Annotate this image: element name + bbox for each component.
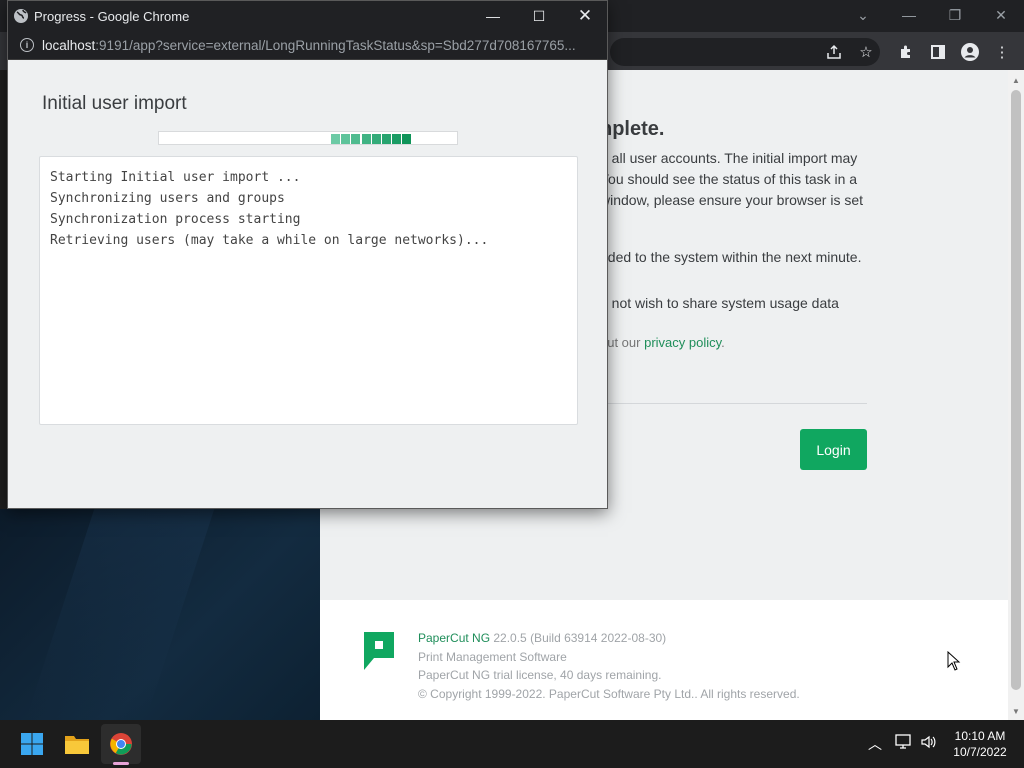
progress-segment (361, 134, 371, 144)
site-info-icon[interactable]: i (20, 38, 34, 52)
chevron-down-icon[interactable]: ⌄ (840, 0, 886, 30)
maximize-icon[interactable]: ☐ (516, 1, 562, 31)
papercut-logo-icon (364, 632, 394, 670)
chrome-icon[interactable] (101, 724, 141, 764)
footer-copyright: © Copyright 1999-2022. PaperCut Software… (418, 687, 800, 701)
clock[interactable]: 10:10 AM 10/7/2022 (940, 728, 1020, 760)
scrollbar-thumb[interactable] (1011, 90, 1021, 690)
log-output: Starting Initial user import ... Synchro… (39, 156, 578, 425)
progress-bar (158, 131, 458, 145)
log-line: Synchronization process starting (50, 212, 301, 227)
minimize-icon[interactable]: — (470, 1, 516, 31)
url-host: localhost (42, 38, 96, 53)
extensions-icon[interactable] (894, 40, 918, 64)
footer-product: PaperCut NG (418, 631, 491, 645)
progress-segment (331, 134, 340, 144)
page-footer: PaperCut NG 22.0.5 (Build 63914 2022-08-… (320, 600, 1008, 720)
active-app-indicator (113, 762, 129, 765)
log-line: Synchronizing users and groups (50, 191, 285, 206)
share-icon[interactable] (822, 40, 846, 64)
file-explorer-icon[interactable] (57, 724, 97, 764)
popup-titlebar: Progress - Google Chrome — ☐ ✕ (8, 1, 607, 31)
footer-product-line: PaperCut NG 22.0.5 (Build 63914 2022-08-… (418, 631, 666, 645)
minimize-icon[interactable]: — (886, 0, 932, 30)
progress-segment (341, 134, 351, 144)
taskbar: ︿ 10:10 AM 10/7/2022 (0, 720, 1024, 768)
network-icon[interactable] (895, 734, 913, 753)
popup-title: Progress - Google Chrome (34, 9, 190, 24)
page-text-line: dded to the system within the next minut… (600, 249, 862, 265)
close-icon[interactable]: ✕ (562, 1, 608, 31)
popup-heading: Initial user import (42, 93, 187, 114)
page-text-line: window, please ensure your browser is se… (600, 192, 864, 208)
menu-kebab-icon[interactable]: ⋮ (990, 40, 1014, 64)
popup-url: localhost:9191/app?service=external/Long… (42, 38, 602, 53)
log-line: Starting Initial user import ... (50, 170, 301, 185)
privacy-suffix: . (721, 335, 725, 350)
log-line: Retrieving users (may take a while on la… (50, 233, 489, 248)
page-text-line: o not wish to share system usage data (600, 295, 839, 311)
start-windows-icon[interactable] (12, 724, 52, 764)
desktop-wallpaper-region (0, 509, 320, 720)
progress-segment (371, 134, 381, 144)
footer-license: PaperCut NG trial license, 40 days remai… (418, 668, 662, 682)
progress-segment (382, 134, 391, 144)
progress-segment (351, 134, 361, 144)
mouse-cursor-icon (947, 651, 961, 671)
side-panel-icon[interactable] (926, 40, 950, 64)
progress-popup-window: Progress - Google Chrome — ☐ ✕ i localho… (7, 0, 608, 509)
restore-icon[interactable]: ❐ (932, 0, 978, 30)
url-path: :9191/app?service=external/LongRunningTa… (95, 38, 576, 53)
page-heading: nplete. (600, 118, 665, 140)
footer-version: 22.0.5 (Build 63914 2022-08-30) (490, 631, 667, 645)
privacy-policy-link[interactable]: privacy policy (644, 335, 721, 350)
bookmark-star-icon[interactable]: ☆ (854, 40, 878, 64)
footer-tagline: Print Management Software (418, 650, 567, 664)
divider (600, 403, 867, 404)
volume-icon[interactable] (920, 734, 938, 753)
chevron-up-icon[interactable]: ︿ (868, 734, 882, 754)
page-text-line: g all user accounts. The initial import … (600, 150, 858, 166)
scroll-up-arrow-icon[interactable]: ▲ (1008, 72, 1024, 88)
clock-time: 10:10 AM (954, 729, 1006, 743)
profile-icon[interactable] (958, 40, 982, 64)
progress-segment (402, 134, 412, 144)
scroll-down-arrow-icon[interactable]: ▼ (1008, 703, 1024, 719)
close-icon[interactable]: ✕ (978, 0, 1024, 30)
login-button[interactable]: Login (800, 429, 867, 470)
popup-url-bar[interactable]: i localhost:9191/app?service=external/Lo… (8, 31, 607, 60)
page-text-line: You should see the status of this task i… (600, 171, 858, 187)
progress-segment (392, 134, 402, 144)
clock-date: 10/7/2022 (953, 745, 1007, 759)
globe-icon (14, 9, 28, 23)
privacy-text: out our privacy policy. (600, 335, 725, 350)
